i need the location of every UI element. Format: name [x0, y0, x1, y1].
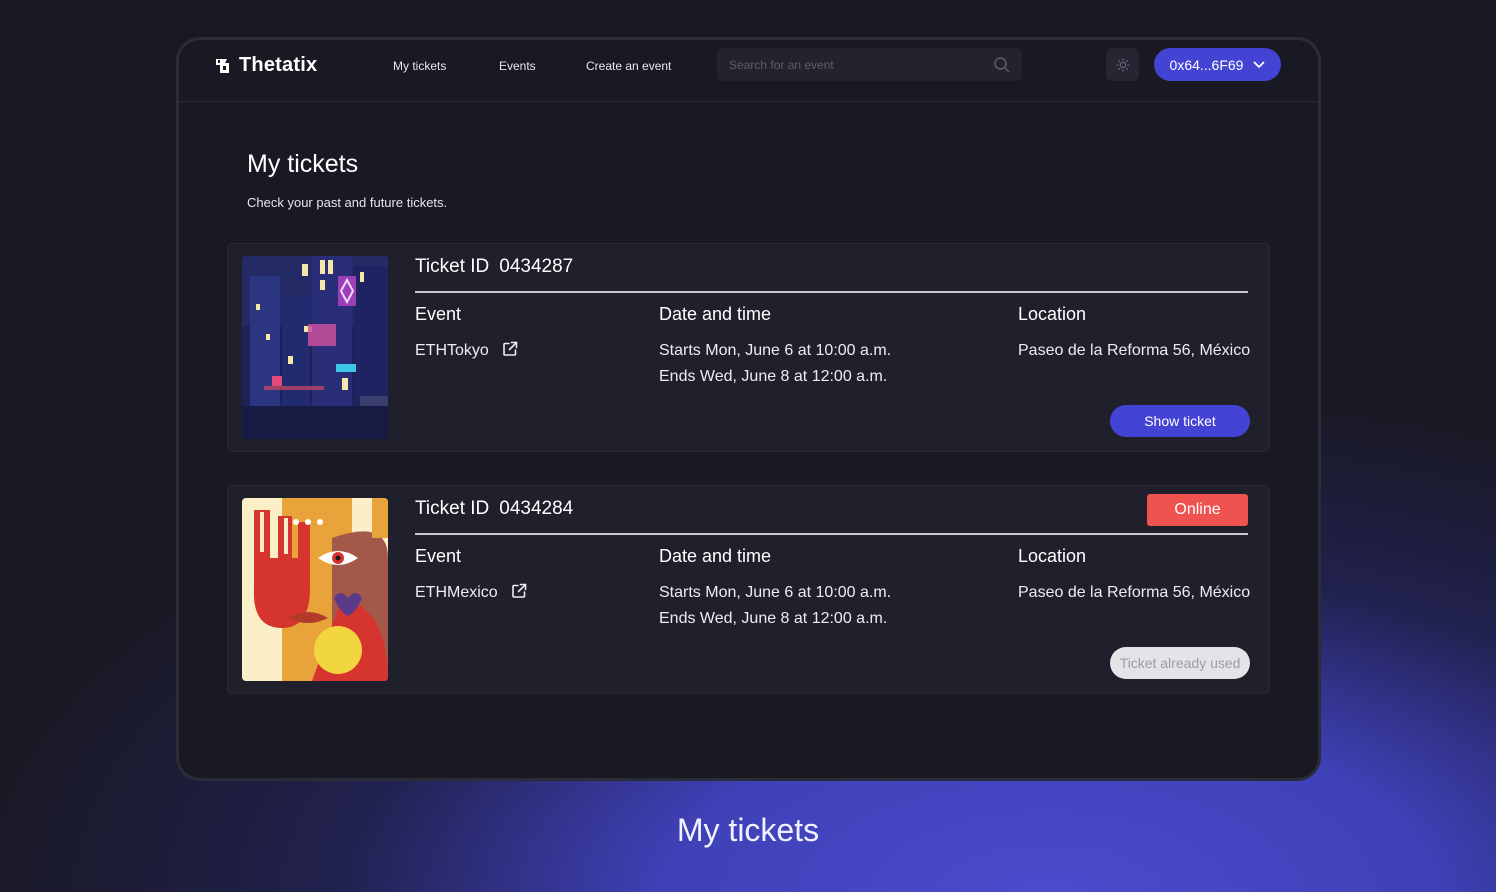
thetatix-logo-icon: [216, 59, 229, 73]
search-bar: [717, 48, 1022, 81]
top-navbar: Thetatix My tickets Events Create an eve…: [179, 40, 1318, 102]
page-title: My tickets: [247, 150, 359, 178]
page-subtitle: Check your past and future tickets.: [247, 195, 448, 210]
event-header: Event: [415, 546, 462, 566]
ticket-id-label: Ticket ID: [415, 256, 490, 277]
date-range: Starts Mon, June 6 at 10:00 a.m. Ends We…: [659, 580, 891, 632]
event-name: ETHTokyo: [415, 338, 518, 364]
start-date: Starts Mon, June 6 at 10:00 a.m.: [659, 584, 892, 601]
external-link-icon[interactable]: [511, 583, 527, 599]
search-input[interactable]: [717, 48, 987, 81]
event-name: ETHMexico: [415, 580, 527, 606]
ticket-id-label: Ticket ID: [415, 498, 490, 519]
date-header: Date and time: [659, 546, 772, 566]
brand-name: Thetatix: [239, 54, 318, 76]
ticket-id-value: 0434284: [499, 498, 574, 519]
sun-icon: [1115, 57, 1130, 72]
nav-link-my-tickets[interactable]: My tickets: [393, 59, 446, 73]
end-date: Ends Wed, June 8 at 12:00 a.m.: [659, 610, 888, 627]
event-name-text: ETHMexico: [415, 584, 498, 601]
ticket-card: Ticket ID 0434287 Event ETHTokyo Date and…: [227, 243, 1270, 452]
event-header: Event: [415, 304, 462, 324]
online-badge: Online: [1147, 494, 1248, 526]
ticket-card: Ticket ID 0434284 Online Event ETHMexico …: [227, 485, 1270, 694]
wallet-address: 0x64...6F69: [1169, 56, 1244, 73]
brand-logo[interactable]: Thetatix: [215, 54, 317, 77]
external-link-icon[interactable]: [502, 341, 518, 357]
location-header: Location: [1018, 546, 1087, 566]
ticket-id-value: 0434287: [499, 256, 574, 277]
ticket-id: Ticket ID 0434284: [415, 498, 573, 520]
search-icon[interactable]: [993, 56, 1010, 73]
theme-toggle-button[interactable]: [1106, 48, 1139, 81]
end-date: Ends Wed, June 8 at 12:00 a.m.: [659, 368, 888, 385]
wallet-account-button[interactable]: 0x64...6F69: [1154, 48, 1281, 81]
chevron-down-icon: [1254, 61, 1265, 68]
nav-link-events[interactable]: Events: [499, 59, 536, 73]
show-ticket-button[interactable]: Show ticket: [1110, 405, 1250, 437]
event-name-text: ETHTokyo: [415, 342, 489, 359]
ticket-id: Ticket ID 0434287: [415, 256, 573, 278]
card-divider: [415, 291, 1248, 293]
start-date: Starts Mon, June 6 at 10:00 a.m.: [659, 342, 892, 359]
nav-link-create-event[interactable]: Create an event: [586, 59, 671, 73]
location-value: Paseo de la Reforma 56, México: [1018, 342, 1251, 359]
event-image-ethtokyo: [242, 256, 388, 439]
app-window: Thetatix My tickets Events Create an eve…: [176, 37, 1321, 781]
event-image-ethmexico: [242, 498, 388, 681]
date-range: Starts Mon, June 6 at 10:00 a.m. Ends We…: [659, 338, 891, 390]
card-divider: [415, 533, 1248, 535]
location-value: Paseo de la Reforma 56, México: [1018, 584, 1251, 601]
screen-caption: My tickets: [676, 812, 820, 848]
location-header: Location: [1018, 304, 1087, 324]
ticket-used-button: Ticket already used: [1110, 647, 1250, 679]
date-header: Date and time: [659, 304, 772, 324]
